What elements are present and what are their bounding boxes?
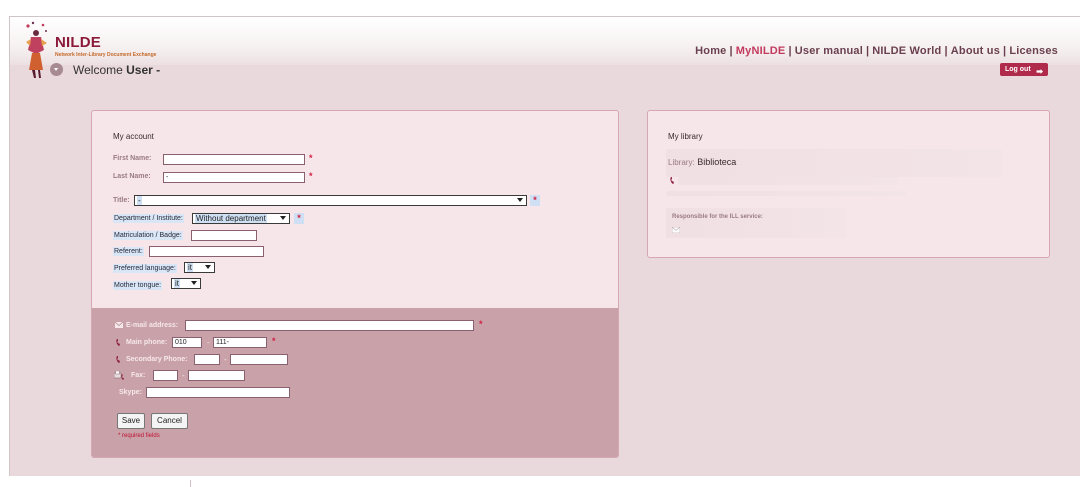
preferred-language-select[interactable]: it [184, 262, 215, 273]
logout-label: Log out [1005, 66, 1031, 73]
last-name-label: Last Name: [113, 173, 151, 180]
responsible-info-redacted [666, 208, 846, 238]
mother-tongue-value: it [174, 279, 180, 288]
first-name-input[interactable] [163, 154, 305, 165]
secondary-phone-number-input[interactable] [230, 354, 288, 365]
nav-mynilde-link[interactable]: MyNILDE [736, 45, 786, 57]
chevron-down-icon [205, 265, 211, 269]
required-marker: * [294, 213, 304, 224]
main-phone-number-input[interactable]: 111- [213, 337, 267, 348]
matriculation-label: Matriculation / Badge: [113, 231, 183, 240]
library-row: Library: Biblioteca [668, 157, 736, 167]
arrow-right-icon: ➡ [1036, 67, 1043, 76]
library-phone-redacted [678, 177, 898, 185]
mother-tongue-label-text: Mother tongue: [113, 281, 163, 290]
fax-label: Fax: [131, 372, 146, 379]
email-input[interactable] [185, 320, 474, 331]
preferred-language-label-text: Preferred language: [113, 264, 177, 273]
department-value: Without department [195, 214, 267, 223]
header: NILDE Network Inter-Library Document Exc… [10, 17, 1080, 78]
secondary-phone-prefix-input[interactable] [194, 354, 220, 365]
fax-prefix-input[interactable] [153, 370, 178, 381]
phone-icon [116, 339, 120, 346]
main-phone-label: Main phone: [126, 339, 168, 346]
top-navigation: Home | MyNILDE | User manual | NILDE World | Abo… [695, 45, 1058, 57]
title-value: - [137, 196, 142, 205]
department-label-text: Department / Institute: [113, 214, 184, 223]
library-address-redacted [666, 191, 906, 196]
matriculation-label-text: Matriculation / Badge: [113, 231, 183, 240]
department-label: Department / Institute: [113, 214, 184, 223]
nav-separator: | [944, 45, 948, 57]
my-account-card: My account First Name: * Last Name: - * … [91, 110, 619, 458]
nilde-figure-logo [26, 21, 47, 78]
required-marker: * [530, 195, 540, 206]
email-label: E-mail address: [126, 322, 179, 329]
my-account-title: My account [113, 132, 154, 141]
contact-section: E-mail address: * Main phone: 010 - 111-… [92, 308, 618, 457]
library-label: Library: [668, 158, 695, 167]
save-button[interactable]: Save [117, 413, 145, 429]
skype-label: Skype: [119, 389, 142, 396]
chevron-down-icon [280, 216, 286, 220]
brand-title[interactable]: NILDE [55, 34, 101, 51]
skype-input[interactable] [146, 387, 290, 398]
nav-licenses-link[interactable]: Licenses [1009, 45, 1058, 57]
nav-home-link[interactable]: Home [695, 45, 726, 57]
envelope-icon [672, 227, 680, 233]
phone-icon [116, 356, 120, 363]
chevron-down-icon [517, 198, 523, 202]
welcome-user: User - [126, 63, 161, 77]
my-library-card: My library Library: Biblioteca Responsib… [647, 110, 1050, 258]
required-fields-note: * required fields [118, 433, 160, 439]
matriculation-input[interactable] [191, 230, 257, 241]
title-label: Title: [113, 197, 130, 204]
department-select[interactable]: Without department [192, 213, 290, 224]
welcome-prefix: Welcome [73, 63, 123, 77]
mother-tongue-select[interactable]: it [171, 278, 201, 289]
phone-dash: - [182, 371, 185, 380]
cancel-button[interactable]: Cancel [151, 413, 188, 429]
first-name-label: First Name: [113, 155, 152, 162]
chevron-down-circle-icon[interactable] [50, 63, 63, 76]
preferred-language-label: Preferred language: [113, 264, 177, 273]
nav-separator: | [729, 45, 733, 57]
envelope-icon [115, 322, 123, 328]
nav-nilde-world-link[interactable]: NILDE World [872, 45, 941, 57]
title-select[interactable]: - [134, 195, 527, 206]
fax-icon [114, 371, 124, 380]
referent-label: Referent: [113, 247, 144, 256]
footer [9, 476, 1080, 487]
nav-about-us-link[interactable]: About us [951, 45, 1000, 57]
mother-tongue-label: Mother tongue: [113, 281, 163, 290]
library-name: Biblioteca [697, 157, 737, 167]
nav-user-manual-link[interactable]: User manual [795, 45, 863, 57]
my-library-title: My library [668, 132, 703, 141]
phone-icon [670, 177, 674, 184]
required-marker: * [309, 153, 313, 163]
footer-divider [190, 480, 191, 487]
last-name-input[interactable]: - [163, 172, 305, 183]
required-marker: * [479, 319, 483, 329]
brand-subtitle: Network Inter-Library Document Exchange [55, 52, 157, 58]
referent-label-text: Referent: [113, 247, 144, 256]
preferred-language-value: it [187, 263, 193, 272]
logout-button[interactable]: Log out ➡ [1000, 63, 1048, 76]
nav-separator: | [788, 45, 792, 57]
referent-input[interactable] [149, 246, 264, 257]
welcome-message: Welcome User - [73, 63, 160, 77]
required-marker: * [309, 171, 313, 181]
nav-separator: | [1003, 45, 1007, 57]
fax-number-input[interactable] [188, 370, 245, 381]
responsible-label: Responsible for the ILL service: [672, 214, 763, 220]
main-phone-prefix-input[interactable]: 010 [172, 337, 202, 348]
phone-dash: - [207, 338, 210, 347]
required-marker: * [272, 336, 276, 346]
nav-separator: | [865, 45, 870, 57]
phone-dash: - [224, 355, 227, 364]
chevron-down-icon [191, 281, 197, 285]
secondary-phone-label: Secondary Phone: [126, 356, 188, 363]
